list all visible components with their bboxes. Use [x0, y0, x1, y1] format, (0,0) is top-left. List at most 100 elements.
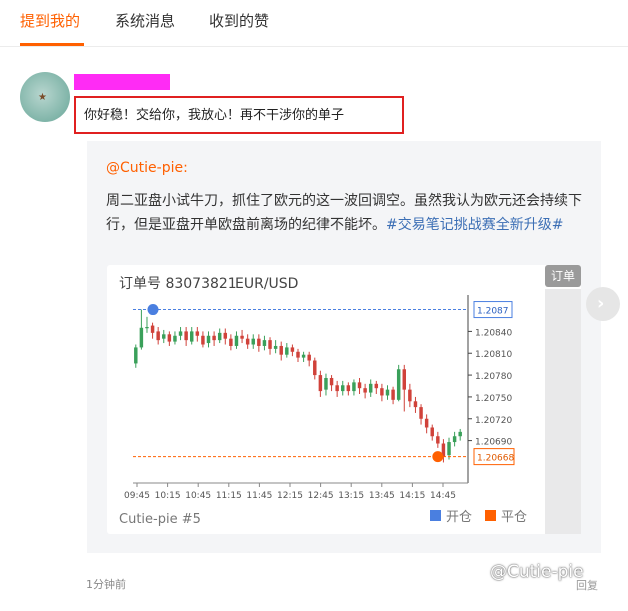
candle-body [380, 388, 384, 396]
candle-body [352, 382, 356, 392]
tab-system-messages[interactable]: 系统消息 [115, 10, 175, 31]
quoted-author-mention[interactable]: @Cutie-pie: [106, 160, 188, 176]
close-price-label: 1.20668 [477, 454, 514, 464]
x-tick-label: 12:15 [277, 491, 303, 501]
order-tag: 订单 [545, 265, 581, 287]
chevron-right-icon: › [597, 293, 605, 314]
x-tick-labels: 09:45 10:15 10:45 11:15 11:45 12:15 12:45 13:15… [124, 491, 456, 501]
trade-markers: 1.2087 1.20668 [133, 301, 515, 466]
quoted-post-body: 周二亚盘小试牛刀，抓住了欧元的这一波回调空。虽然我认为欧元还会持续下行，但是亚盘… [106, 189, 591, 237]
symbol-label: EUR/USD [235, 276, 298, 292]
candle-body [184, 331, 188, 341]
y-tick-label: 1.20690 [475, 438, 512, 448]
candle-body [212, 335, 216, 341]
x-tick-label: 11:45 [246, 491, 272, 501]
close-marker [432, 451, 444, 463]
candle-body [329, 377, 334, 386]
candle-body [178, 331, 183, 336]
legend-open-label: 开仓 [446, 510, 472, 525]
open-price-label: 1.2087 [477, 307, 509, 317]
avatar[interactable]: ★ [20, 72, 70, 122]
candle-body [223, 332, 228, 339]
active-tab-indicator [20, 43, 84, 46]
card-side-panel [545, 289, 581, 534]
tab-bar: 提到我的 系统消息 收到的赞 [0, 0, 628, 47]
x-tick-label: 14:15 [399, 491, 425, 501]
candle-body [324, 377, 328, 390]
candle-body [313, 360, 317, 376]
candle-body [363, 388, 367, 393]
candle-body [301, 354, 306, 358]
legend-close-label: 平仓 [501, 510, 527, 525]
candle-body [452, 436, 457, 443]
hashtag-link[interactable]: #交易笔记挑战赛全新升级# [386, 217, 563, 233]
watermark: @Cutie-pie [490, 562, 584, 582]
candle-body [430, 427, 434, 437]
candle-body [134, 347, 138, 364]
candle-body [201, 335, 205, 345]
candle-body [139, 327, 144, 348]
candle-body [234, 335, 239, 346]
candle-body [318, 375, 323, 392]
next-chevron-button[interactable]: › [586, 287, 620, 321]
x-tick-label: 13:15 [338, 491, 364, 501]
candle-body [195, 331, 200, 336]
candle-body [357, 382, 362, 389]
x-tick-label: 14:45 [430, 491, 456, 501]
x-tick-label: 13:45 [369, 491, 395, 501]
y-tick-label: 1.20750 [475, 394, 512, 404]
y-tick-label: 1.20840 [475, 328, 512, 338]
x-tick-label: 10:15 [155, 491, 181, 501]
legend-close-swatch [485, 510, 496, 521]
candle-body [458, 431, 462, 437]
candle-body [285, 347, 289, 355]
candle-body [189, 331, 194, 342]
candle-body [150, 325, 155, 333]
candle-body [156, 331, 160, 341]
candle-body [173, 335, 177, 342]
candle-body [162, 334, 166, 339]
candle-body [447, 442, 451, 456]
candle-body [240, 335, 244, 339]
y-tick-label: 1.20720 [475, 416, 512, 426]
candle-body [251, 338, 255, 345]
tab-mentions[interactable]: 提到我的 [20, 10, 80, 31]
y-tick-label: 1.20780 [475, 372, 512, 382]
comment-text: 你好稳！交给你，我放心！再不干涉你的单子 [84, 108, 345, 123]
candle-body [262, 340, 267, 346]
candle-body [229, 338, 233, 346]
candle-body [279, 345, 283, 355]
comment-time: 1分钟前 [86, 578, 126, 591]
x-tick-label: 09:45 [124, 491, 150, 501]
candle-body [273, 345, 278, 349]
candle-body [335, 385, 339, 392]
candle-body [408, 389, 412, 402]
candle-body [391, 389, 395, 400]
order-number-label: 订单号 83073821 [119, 276, 237, 292]
candle-body [167, 334, 172, 342]
username-redacted[interactable] [74, 74, 170, 90]
candle-body [368, 383, 373, 393]
candle-body [341, 385, 345, 392]
candle-body [257, 338, 261, 346]
candle-body [402, 369, 407, 390]
candle-body [346, 385, 351, 392]
x-tick-label: 12:45 [308, 491, 334, 501]
candle-body [245, 338, 250, 345]
candle-body [307, 354, 311, 361]
candle-body [424, 418, 429, 428]
candle-body [413, 401, 418, 408]
candles [134, 309, 462, 463]
candle-body [296, 351, 300, 358]
candle-body [145, 327, 149, 329]
candle-body [436, 436, 440, 444]
candle-body [290, 347, 295, 352]
candle-body [268, 340, 272, 349]
candlestick-chart: 订单号 83073821 EUR/USD 1.20840 1.20810 1.207… [119, 276, 527, 527]
tab-likes-received[interactable]: 收到的赞 [209, 10, 269, 31]
x-tick-label: 10:45 [185, 491, 211, 501]
open-marker [147, 304, 159, 316]
candle-body [396, 369, 401, 400]
avatar-star-icon: ★ [38, 92, 47, 103]
legend-open-swatch [430, 510, 441, 521]
